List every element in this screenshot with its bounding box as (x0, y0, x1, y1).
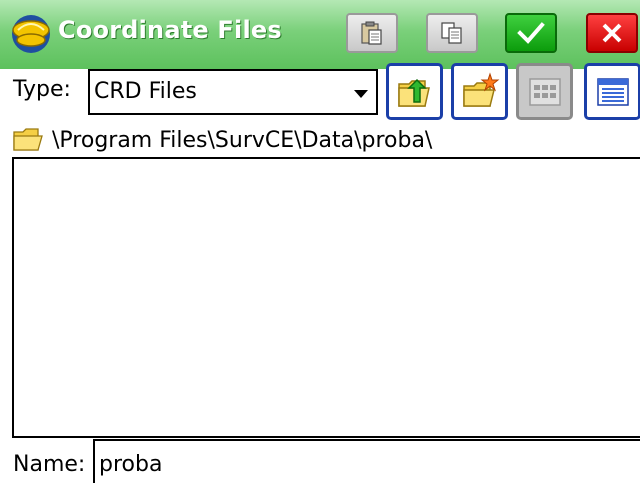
detail-view-button[interactable] (584, 63, 640, 120)
type-label: Type: (13, 77, 71, 102)
name-input[interactable]: proba (93, 439, 640, 483)
app-logo-icon (10, 13, 52, 55)
new-folder-button[interactable] (451, 63, 508, 120)
copy-button[interactable] (426, 13, 478, 53)
list-view-button[interactable] (516, 63, 573, 120)
name-label: Name: (13, 452, 86, 477)
paste-button[interactable] (346, 13, 398, 53)
folder-icon (12, 128, 46, 156)
file-list[interactable] (12, 157, 640, 438)
folder-up-button[interactable] (386, 63, 443, 120)
type-dropdown[interactable]: CRD Files (88, 69, 378, 115)
window-title: Coordinate Files (58, 16, 282, 44)
title-bar: Coordinate Files (0, 0, 640, 69)
path-text: \Program Files\SurvCE\Data\proba\ (52, 128, 433, 153)
cancel-button[interactable] (586, 13, 638, 53)
dropdown-arrow-icon (354, 90, 368, 98)
ok-button[interactable] (505, 13, 557, 53)
type-dropdown-value: CRD Files (94, 79, 197, 104)
name-input-value: proba (99, 452, 163, 477)
